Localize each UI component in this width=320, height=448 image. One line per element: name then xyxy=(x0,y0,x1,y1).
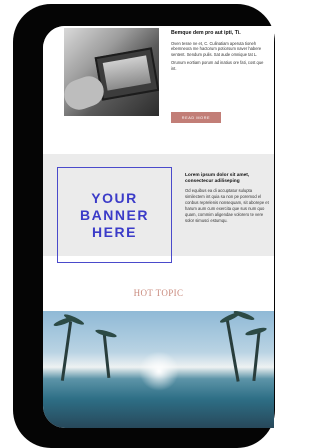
phone-screen: Bemque dem pro aut ipti, Ti. Oven tesse … xyxy=(43,26,274,428)
read-more-button[interactable]: READ MORE xyxy=(171,112,221,123)
article-paragraph: Oven tesse ne et, C. Culinatiam aperuta … xyxy=(171,40,262,57)
side-paragraph: Od equibus ea di accuptatur sulupta simi… xyxy=(185,188,269,224)
hot-topic-heading: HOT TOPIC xyxy=(133,288,184,298)
palm-trunk xyxy=(252,330,261,382)
sun-glow xyxy=(139,351,179,391)
palm-frond xyxy=(244,326,268,337)
hot-topic-photo[interactable] xyxy=(43,311,274,428)
banner-ad[interactable]: YOUR BANNER HERE xyxy=(57,167,172,263)
palm-trunk xyxy=(225,317,240,382)
palm-trunk xyxy=(60,321,73,381)
laptop-image xyxy=(94,47,159,101)
article-paragraph: Orunum eortiam porum ad inatius ore fati… xyxy=(171,60,264,71)
banner-section: YOUR BANNER HERE Lorem ipsum dolor sit a… xyxy=(43,154,274,263)
phone-frame: Bemque dem pro aut ipti, Ti. Oven tesse … xyxy=(13,4,275,448)
article-title: Bemque dem pro aut ipti, Ti. xyxy=(171,30,241,36)
article-text: Bemque dem pro aut ipti, Ti. Oven tesse … xyxy=(171,30,269,75)
article-card: Bemque dem pro aut ipti, Ti. Oven tesse … xyxy=(43,26,274,154)
palm-trunk xyxy=(102,332,111,379)
laptop-screen xyxy=(102,55,151,91)
article-thumbnail[interactable] xyxy=(64,28,159,116)
banner-side-text: Lorem ipsum dolor sit amet, consectecur … xyxy=(185,173,271,224)
banner-text: YOUR BANNER HERE xyxy=(80,189,149,240)
side-title: Lorem ipsum dolor sit amet, consectecur … xyxy=(185,173,250,185)
